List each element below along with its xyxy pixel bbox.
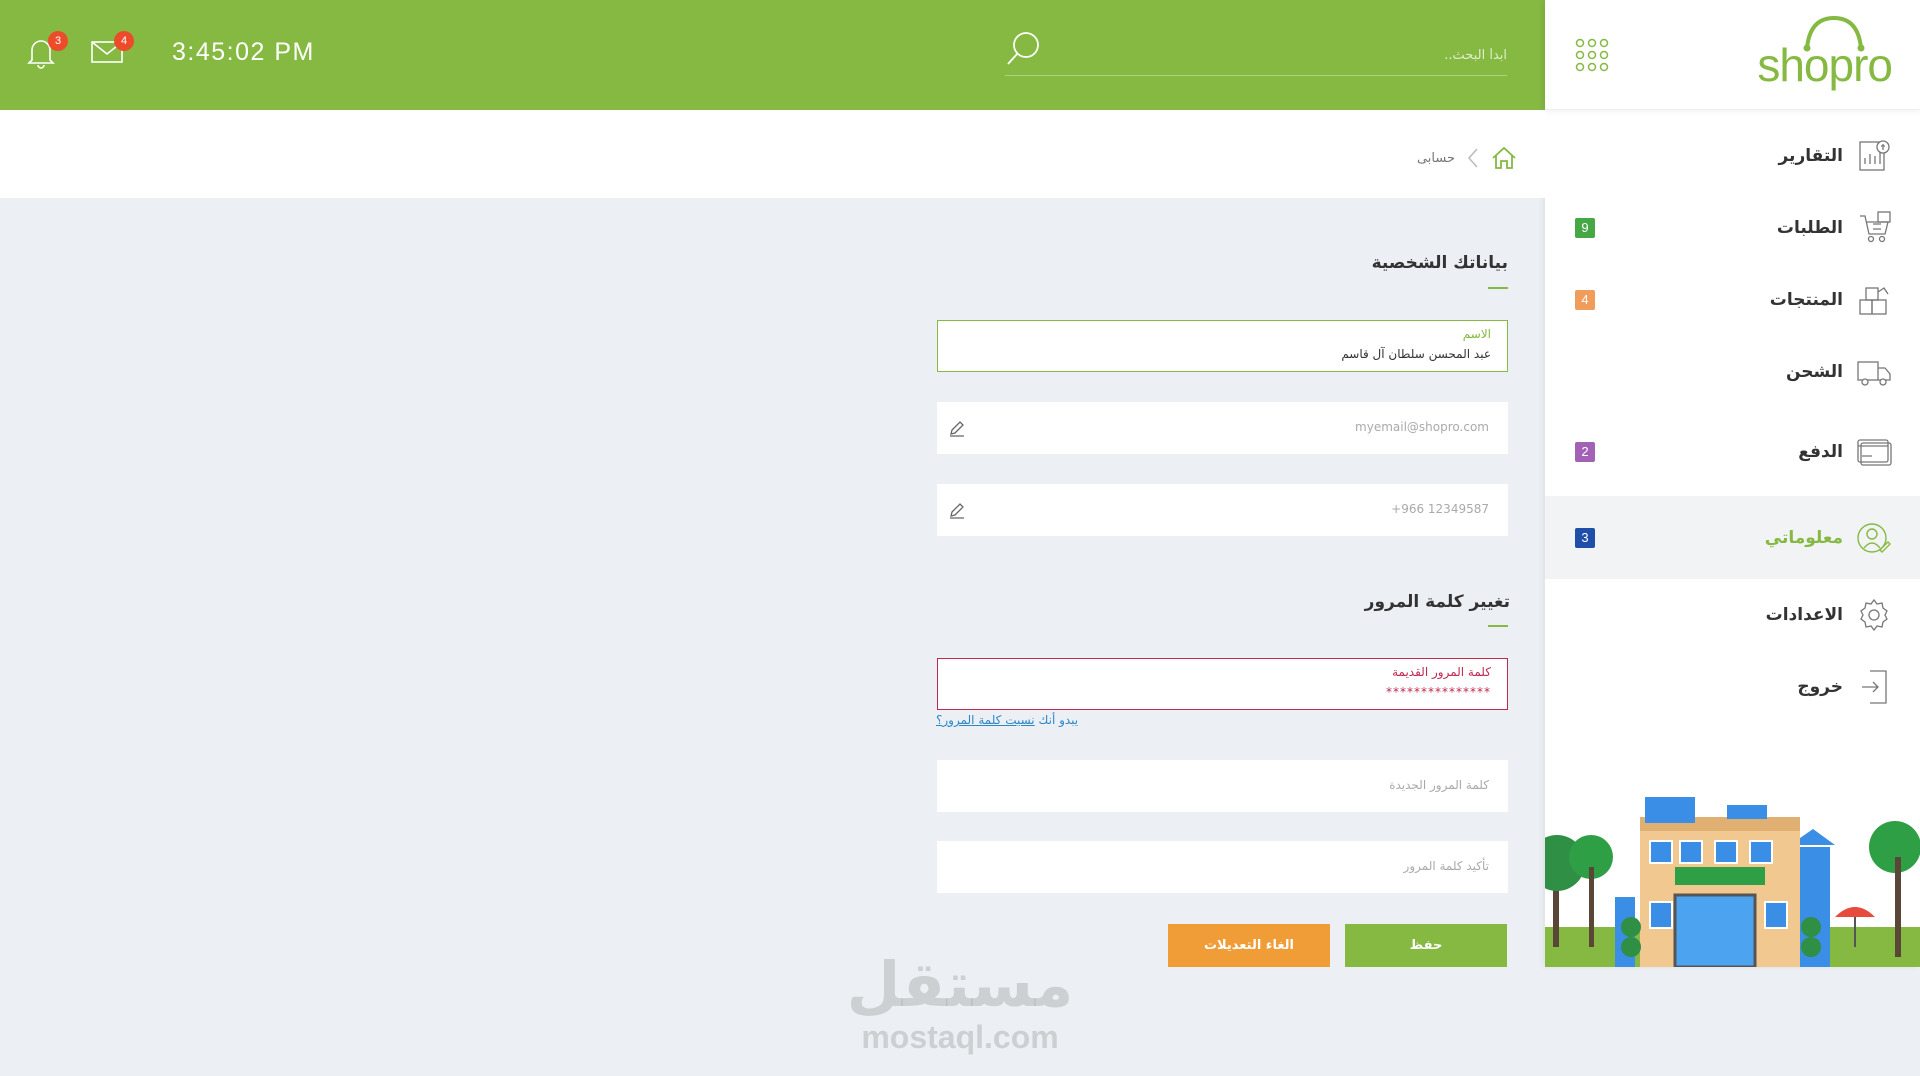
top-bar: 3 4 3:45:02 PM [0,0,1545,110]
logo-text: shopro [1757,39,1893,91]
sidebar: shopro التقارير الطلبات 9 المنتجات 4 الش… [1545,0,1920,967]
messages-badge: 4 [114,31,134,51]
forgot-password-prefix: يبدو أنك [1038,713,1079,727]
chevron-left-icon [1467,148,1478,168]
personal-info-title: بياناتك الشخصية [1371,253,1508,273]
shipping-truck-icon [1857,361,1891,386]
old-password-field[interactable]: كلمة المرور القديمة *************** [937,658,1508,710]
my-info-badge: 3 [1575,527,1595,548]
phone-value: +966 12349587 [1391,502,1489,516]
name-value: عبد المحسن سلطان آل قاسم [1341,347,1491,361]
apps-grid-icon[interactable] [1575,38,1609,72]
sidebar-item-logout[interactable]: خروج [1545,651,1920,723]
confirm-password-field[interactable]: تأكيد كلمة المرور [937,841,1508,893]
breadcrumb-current: حسابى [1416,150,1455,166]
home-icon[interactable] [1491,146,1517,170]
name-field[interactable]: الاسم عبد المحسن سلطان آل قاسم [937,320,1508,372]
forgot-password-link[interactable]: نسيت كلمة المرور؟ [936,713,1035,727]
shopro-logo[interactable]: shopro [1757,14,1893,96]
edit-pencil-icon[interactable] [948,501,966,519]
forgot-password-hint: يبدو أنك نسيت كلمة المرور؟ [936,713,1078,727]
orders-icon [1860,211,1891,243]
sidebar-item-label: الاعدادات [1765,605,1843,625]
sidebar-item-label: الشحن [1785,362,1843,382]
watermark-arabic: مستقل [846,948,1074,1021]
sidebar-item-label: التقارير [1778,146,1843,166]
phone-field[interactable]: +966 12349587 [937,484,1508,536]
sidebar-item-reports[interactable]: التقارير [1545,120,1920,192]
payment-badge: 2 [1575,442,1595,462]
sidebar-item-payment[interactable]: الدفع 2 [1545,408,1920,496]
sidebar-item-shipping[interactable]: الشحن [1545,336,1920,408]
reports-icon [1859,140,1890,171]
sidebar-item-orders[interactable]: الطلبات 9 [1545,192,1920,264]
products-badge: 4 [1575,290,1595,310]
sidebar-item-products[interactable]: المنتجات 4 [1545,264,1920,336]
search-input[interactable] [1055,42,1507,68]
old-password-label: كلمة المرور القديمة [1392,665,1491,679]
old-password-value: *************** [1386,685,1491,699]
new-password-field[interactable]: كلمة المرور الجديدة [937,760,1508,812]
payment-card-icon [1857,439,1892,466]
gear-icon [1860,598,1888,632]
breadcrumb: حسابى [1417,146,1517,170]
change-password-title: تغيير كلمة المرور [1364,592,1510,612]
email-field[interactable]: myemail@shopro.com [937,402,1508,454]
title-underline [1488,625,1508,627]
watermark: مستقل mostaql.com [845,950,1075,1060]
sidebar-item-label: المنتجات [1769,290,1843,310]
breadcrumb-bar: حسابى [0,110,1545,198]
storefront-illustration [1545,797,1920,967]
sidebar-item-my-info[interactable]: معلوماتي 3 [1545,496,1920,579]
sidebar-item-label: الدفع [1798,442,1843,462]
sidebar-item-label: معلوماتي [1764,527,1843,548]
search-icon[interactable] [1005,30,1041,68]
name-label: الاسم [1462,327,1491,341]
sidebar-item-label: الطلبات [1776,218,1843,238]
title-underline [1488,287,1508,289]
save-button[interactable]: حفظ [1345,924,1507,967]
user-profile-icon [1857,522,1891,553]
messages-button[interactable]: 4 [90,31,134,74]
watermark-english: mostaql.com [861,1019,1059,1055]
orders-badge: 9 [1575,218,1595,238]
logout-icon [1862,670,1887,704]
search-bar [1005,30,1507,76]
products-icon [1859,287,1889,315]
confirm-password-placeholder: تأكيد كلمة المرور [1403,859,1489,873]
cancel-changes-button[interactable]: الغاء التعديلات [1168,924,1330,967]
notifications-button[interactable]: 3 [24,31,68,74]
clock: 3:45:02 PM [172,38,315,66]
notifications-badge: 3 [48,31,68,51]
sidebar-item-label: خروج [1797,677,1843,697]
new-password-placeholder: كلمة المرور الجديدة [1389,778,1489,792]
sidebar-item-settings[interactable]: الاعدادات [1545,579,1920,651]
edit-pencil-icon[interactable] [948,419,966,437]
sidebar-menu: التقارير الطلبات 9 المنتجات 4 الشحن الدف… [1545,110,1920,723]
sidebar-header: shopro [1545,0,1920,110]
email-value: myemail@shopro.com [1355,420,1489,434]
